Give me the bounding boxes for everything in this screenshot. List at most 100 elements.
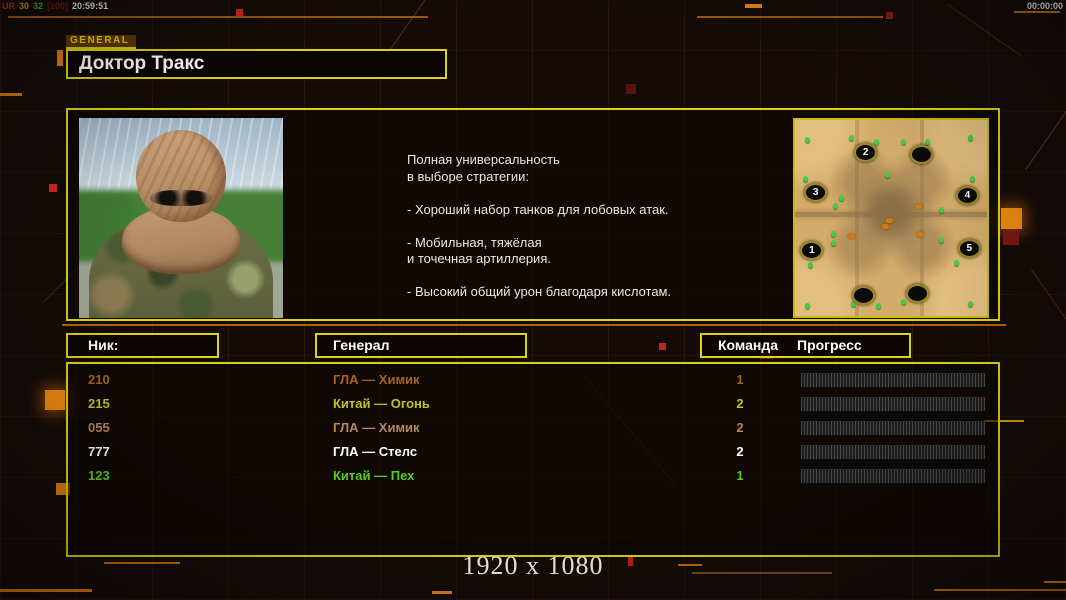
net-stat-segment: 20:59:51 <box>72 1 109 11</box>
column-header-label: Прогресс <box>797 337 862 353</box>
player-nick: 055 <box>88 420 110 435</box>
map-supply-dot <box>914 204 922 210</box>
panel-underline <box>62 324 1006 326</box>
portrait-headwrap <box>136 130 226 222</box>
player-general: ГЛА — Химик <box>333 372 420 387</box>
player-rows: 210 ГЛА — Химик 1 215 Китай — Огонь 2 055 ГЛА —… <box>68 364 998 488</box>
description-line: в выборе стратегии: <box>407 168 530 184</box>
description-line: - Хороший набор танков для лобовых атак. <box>407 201 669 217</box>
map-tree-dot <box>967 301 973 308</box>
decor-square <box>1003 231 1019 245</box>
player-general: ГЛА — Стелс <box>333 444 418 459</box>
resolution-label: 1920 x 1080 <box>462 551 604 580</box>
column-header-team-progress: Команда Прогресс <box>700 333 911 358</box>
player-row: 210 ГЛА — Химик 1 <box>68 368 998 392</box>
decor-square <box>49 184 57 192</box>
map-tree-dot <box>938 236 944 243</box>
decor-glow-square <box>1001 208 1022 229</box>
description-line <box>407 268 787 285</box>
column-header-label: Ник: <box>88 337 119 353</box>
page-title: Доктор Тракс <box>66 49 447 79</box>
map-tree-dot <box>967 134 973 141</box>
decor-diagonal <box>1030 269 1066 352</box>
player-row: 123 Китай — Пех 1 <box>68 464 998 488</box>
player-roster-panel: 210 ГЛА — Химик 1 215 Китай — Огонь 2 055 ГЛА —… <box>66 362 1000 557</box>
general-description: Полная универсальность в выборе стратегии… <box>407 152 787 301</box>
decor-square <box>886 12 893 19</box>
loading-progress-bar <box>800 445 986 460</box>
portrait-eyes <box>150 190 212 206</box>
player-general: ГЛА — Химик <box>333 420 420 435</box>
map-tree-dot <box>873 138 879 145</box>
player-team: 2 <box>736 420 744 435</box>
decor-glow-square <box>45 390 65 410</box>
map-supply-dot <box>882 223 890 229</box>
network-stats: UR 30 32 [100] 20:59:51 <box>2 1 112 11</box>
dr-thrax-portrait <box>79 118 283 318</box>
map-tree-dot <box>969 175 975 182</box>
decor-line <box>1044 581 1066 583</box>
description-line: - Высокий общий урон благодаря кислотам. <box>407 284 672 299</box>
decor-dash <box>745 4 762 8</box>
description-line: Полная универсальность <box>407 152 560 167</box>
net-stat-segment: 30 <box>19 1 30 11</box>
map-tree-dot <box>804 303 810 310</box>
decor-line <box>8 16 428 18</box>
column-header-label: Команда <box>718 337 778 353</box>
decor-square <box>626 84 636 94</box>
loading-progress-bar <box>800 469 986 484</box>
player-row: 777 ГЛА — Стелс 2 <box>68 440 998 464</box>
decor-square <box>659 343 666 350</box>
column-header-label: Генерал <box>333 337 390 353</box>
player-nick: 215 <box>88 396 110 411</box>
decor-line <box>697 16 883 18</box>
map-supply-dot <box>916 231 924 237</box>
map-tree-dot <box>802 175 808 182</box>
map-road <box>795 212 987 218</box>
map-tree-dot <box>875 303 881 310</box>
map-preview: 23415 <box>793 118 989 318</box>
decor-dash <box>0 93 22 96</box>
description-line <box>407 218 787 235</box>
description-line: и точечная артиллерия. <box>407 251 551 266</box>
map-tree-dot <box>848 134 854 141</box>
player-row: 055 ГЛА — Химик 2 <box>68 416 998 440</box>
column-header-general: Генерал <box>315 333 527 358</box>
player-row: 215 Китай — Огонь 2 <box>68 392 998 416</box>
player-nick: 123 <box>88 468 110 483</box>
map-tree-dot <box>900 138 906 145</box>
general-profile-panel: Полная универсальность в выборе стратегии… <box>66 108 1000 321</box>
player-team: 2 <box>736 444 744 459</box>
description-line: - Мобильная, тяжёлая <box>407 234 542 250</box>
map-tree-dot <box>804 136 810 143</box>
loading-progress-bar <box>800 373 986 388</box>
player-team: 2 <box>736 396 744 411</box>
decor-square <box>236 9 243 16</box>
loading-progress-bar <box>800 397 986 412</box>
decor-diagonal <box>1025 71 1066 170</box>
player-general: Китай — Огонь <box>333 396 430 411</box>
player-general: Китай — Пех <box>333 468 415 483</box>
map-tree-dot <box>900 299 906 306</box>
decor-diagonal <box>947 4 1023 57</box>
map-start-position: 3 <box>804 182 828 202</box>
net-stat-segment: [100] <box>47 1 69 11</box>
net-stat-segment: UR <box>2 1 15 11</box>
player-team: 1 <box>736 372 744 387</box>
decor-dash <box>432 591 452 594</box>
player-nick: 777 <box>88 444 110 459</box>
map-supply-dot <box>847 233 855 239</box>
decor-line <box>934 589 1066 591</box>
general-tab: GENERAL <box>66 35 136 49</box>
decor-bar <box>57 50 63 66</box>
loading-progress-bar <box>800 421 986 436</box>
map-supply-dot <box>886 217 894 223</box>
net-stat-segment: 32 <box>33 1 44 11</box>
player-team: 1 <box>736 468 744 483</box>
column-header-nick: Ник: <box>66 333 219 358</box>
game-timer: 00:00:00 <box>1026 1 1063 11</box>
decor-line <box>1014 11 1060 13</box>
decor-line <box>0 589 92 592</box>
description-line <box>407 185 787 202</box>
player-nick: 210 <box>88 372 110 387</box>
